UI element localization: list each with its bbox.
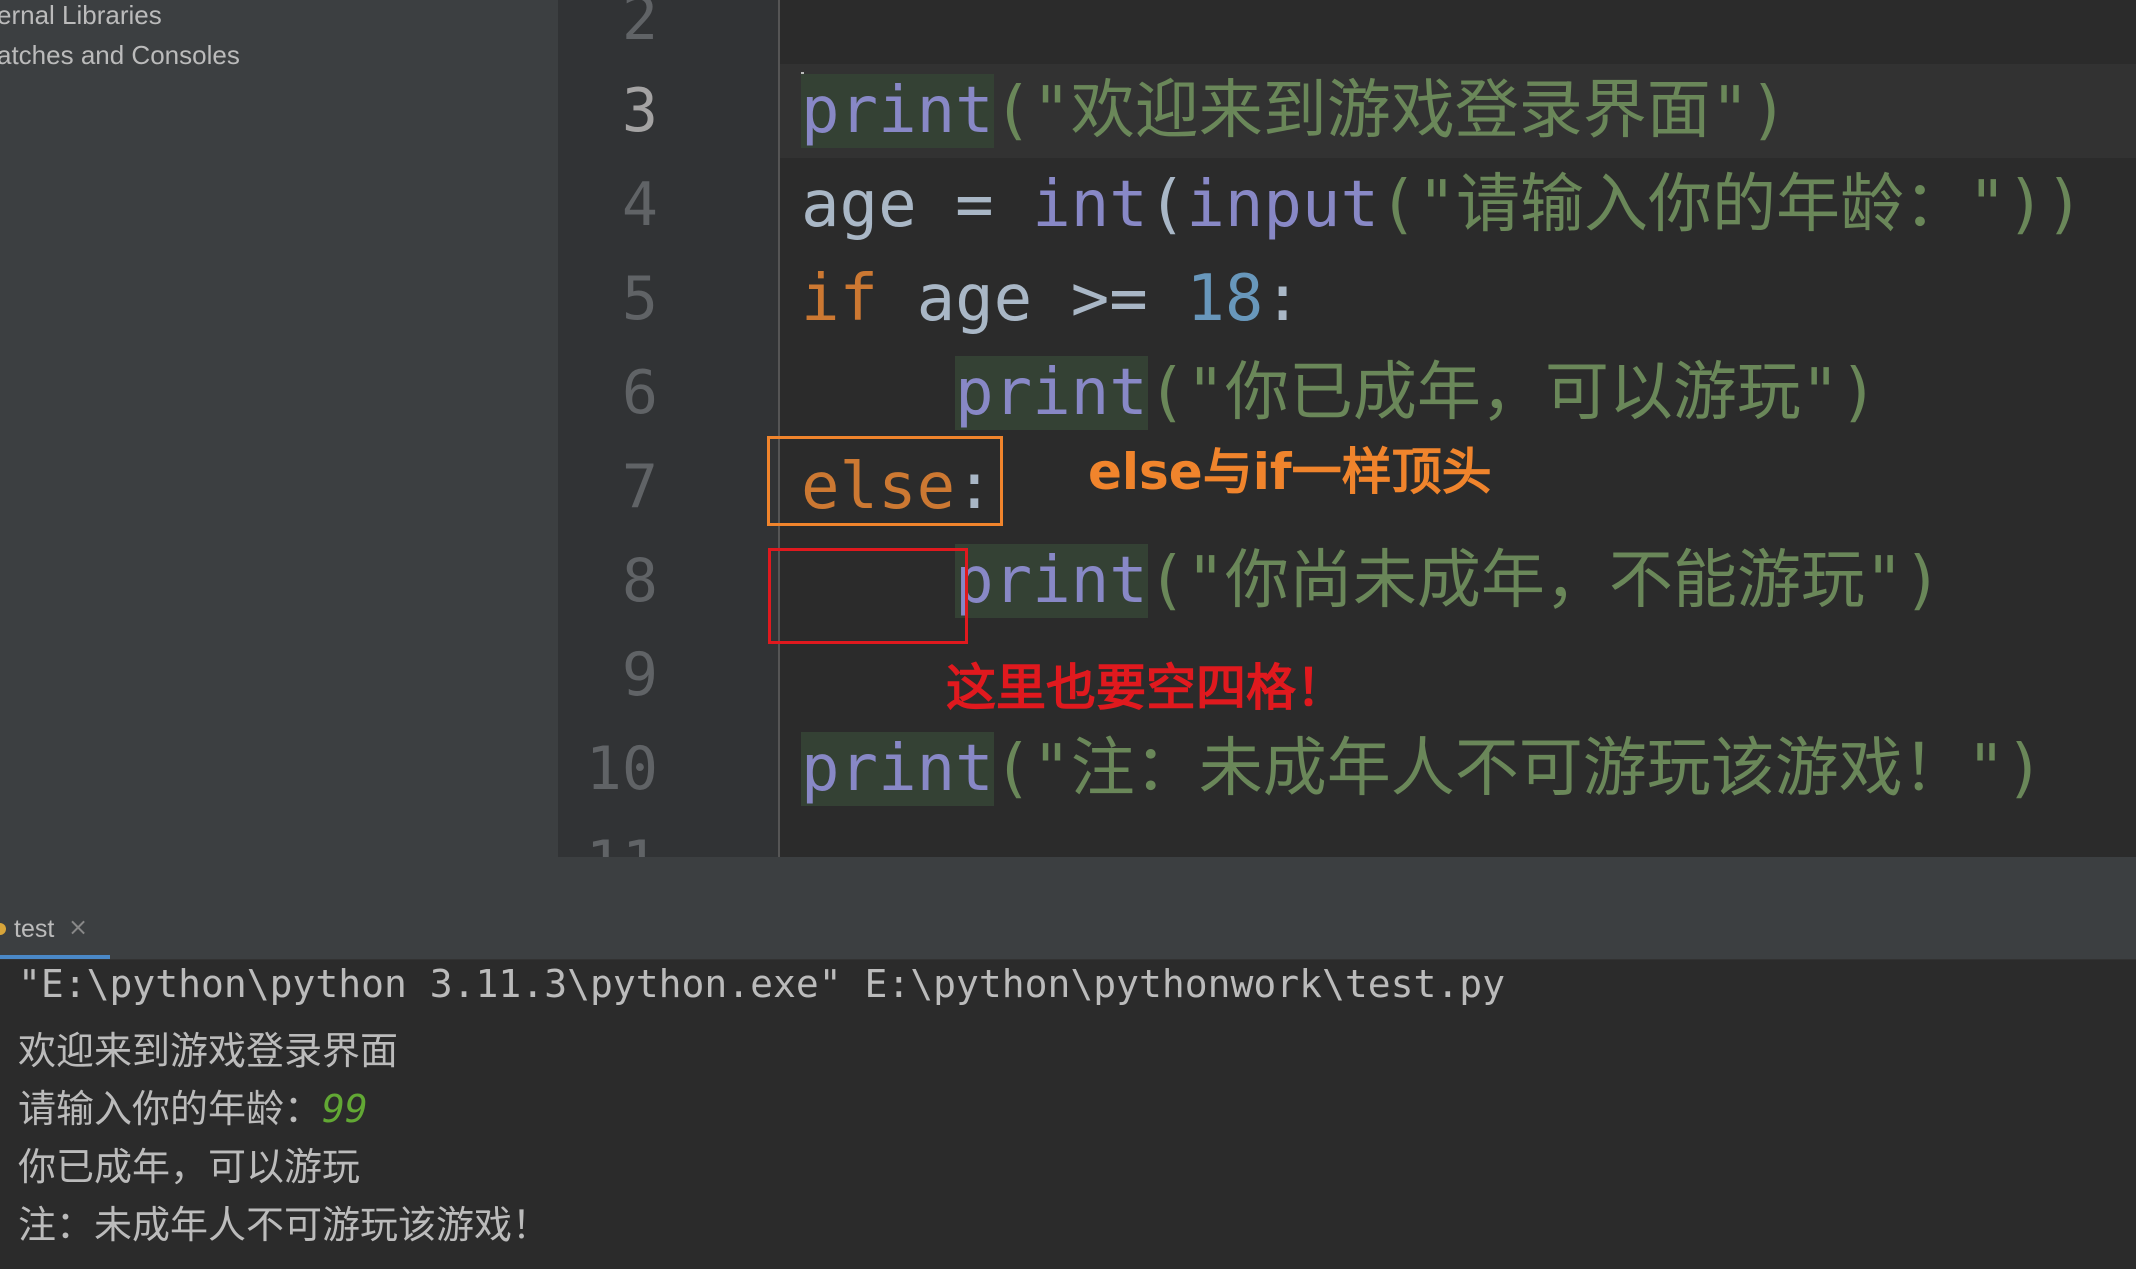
- code-line-8: print("你尚未成年，不能游玩"): [801, 534, 1942, 628]
- line-number: 6: [621, 358, 658, 428]
- run-tab-test[interactable]: test ×: [0, 905, 110, 959]
- close-icon[interactable]: ×: [68, 913, 88, 941]
- project-sidebar: ernal Libraries atches and Consoles: [0, 0, 558, 905]
- code-editor[interactable]: 2 3 4 5 6 7 8 9 10 11 print("欢迎来到游戏登录界面"…: [558, 0, 2136, 857]
- console-user-input: 99: [322, 1087, 368, 1131]
- condition: age >=: [878, 262, 1187, 336]
- tree-item-scratches-and-consoles[interactable]: atches and Consoles: [0, 40, 240, 71]
- string-literal: ("注：未成年人不可游玩该游戏！"): [993, 732, 2044, 806]
- assignment: age =: [801, 168, 1033, 242]
- run-console[interactable]: "E:\python\python 3.11.3\python.exe" E:\…: [0, 960, 2136, 1269]
- tree-item-external-libraries[interactable]: ernal Libraries: [0, 0, 162, 31]
- console-output-line: 你已成年，可以游玩: [18, 1145, 361, 1189]
- run-tool-window-header: test ×: [0, 905, 2136, 960]
- code-line-3: print("欢迎来到游戏登录界面"): [801, 64, 1788, 158]
- string-literal: ("欢迎来到游戏登录界面"): [993, 74, 1788, 148]
- line-number: 5: [621, 264, 658, 334]
- python-file-icon: [0, 923, 6, 935]
- builtin-input: input: [1186, 168, 1379, 242]
- console-command-line: "E:\python\python 3.11.3\python.exe" E:\…: [18, 962, 1506, 1006]
- code-line-5: if age >= 18:: [801, 252, 1302, 346]
- string-literal: ("请输入你的年龄：")): [1378, 168, 2084, 242]
- keyword-if: if: [801, 262, 879, 336]
- console-output-line: 欢迎来到游戏登录界面: [18, 1029, 399, 1073]
- editor-horizontal-scroll-area[interactable]: [558, 857, 2136, 905]
- string-literal: ("你已成年，可以游玩"): [1147, 356, 1878, 430]
- line-number: 10: [585, 734, 658, 804]
- line-number-active: 3: [621, 76, 658, 146]
- colon: :: [1263, 262, 1302, 336]
- line-number: 8: [621, 546, 658, 616]
- line-number: 4: [621, 170, 658, 240]
- line-number: 2: [621, 0, 658, 54]
- run-tab-label: test: [14, 915, 55, 943]
- builtin-print: print: [955, 356, 1148, 430]
- else-annotation: else与if一样顶头: [1088, 443, 1492, 501]
- builtin-print: print: [801, 74, 994, 148]
- number-literal: 18: [1186, 262, 1264, 336]
- code-line-10: print("注：未成年人不可游玩该游戏！"): [801, 722, 2044, 816]
- builtin-int: int: [1032, 168, 1148, 242]
- builtin-print: print: [955, 544, 1148, 618]
- line-number-gutter: 2 3 4 5 6 7 8 9 10 11: [558, 0, 778, 857]
- indent-annotation: 这里也要空四格！: [946, 659, 1346, 717]
- line-number: 7: [621, 452, 658, 522]
- console-prompt: 请输入你的年龄：: [18, 1087, 323, 1131]
- console-input-line: 请输入你的年龄：99: [18, 1078, 368, 1133]
- gutter-divider: [778, 0, 780, 857]
- line-number: 9: [621, 640, 658, 710]
- paren: (: [1147, 168, 1187, 242]
- else-highlight-box: [767, 436, 1003, 526]
- console-output-line: 注：未成年人不可游玩该游戏！: [18, 1203, 551, 1247]
- string-literal: ("你尚未成年，不能游玩"): [1147, 544, 1942, 618]
- line-number: 11: [558, 816, 658, 857]
- code-line-4: age = int(input("请输入你的年龄：")): [801, 158, 2084, 252]
- indent-highlight-box: [768, 548, 968, 644]
- code-line-6: print("你已成年，可以游玩"): [801, 346, 1878, 440]
- builtin-print: print: [801, 732, 994, 806]
